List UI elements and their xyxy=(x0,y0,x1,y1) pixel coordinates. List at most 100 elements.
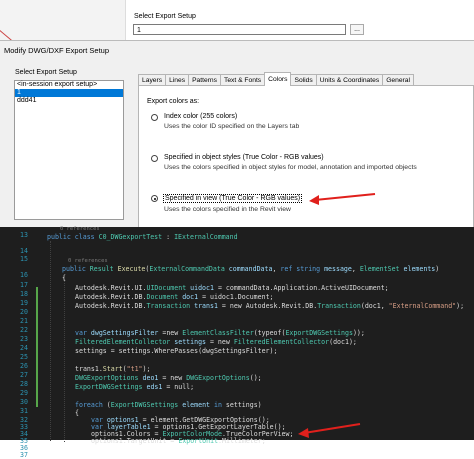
code-token: DWGExportOptions xyxy=(75,374,139,382)
code-line-uidoc: Autodesk.Revit.UI.UIDocument uidoc1 = co… xyxy=(75,284,389,292)
line-number: 24 xyxy=(20,344,28,352)
code-line-brace: { xyxy=(75,409,79,417)
code-token: uidoc1 xyxy=(186,284,218,292)
code-token: trans1. xyxy=(75,365,103,373)
code-line-eds: ExportDWGSettings eds1 = null; xyxy=(75,383,194,391)
code-token: options1.TargetUnit = xyxy=(91,437,179,445)
code-line-foreach: foreach (ExportDWGSettings element in se… xyxy=(75,401,262,409)
codelens-hint[interactable]: 0 references xyxy=(60,226,100,232)
code-token: ExportDWGSettings xyxy=(110,401,179,409)
code-token: ElementSet xyxy=(359,265,404,273)
code-token: ExternalCommandData xyxy=(149,265,229,273)
setup-list[interactable]: <in-session export setup> 1 ddd41 xyxy=(14,80,124,220)
colors-panel: Export colors as: Index color (255 color… xyxy=(138,85,474,228)
code-token: DWGExportOptions xyxy=(186,374,250,382)
line-number: 18 xyxy=(20,290,28,298)
setup-list-item[interactable]: ddd41 xyxy=(15,97,123,105)
option-label[interactable]: Index color (255 colors) xyxy=(164,113,237,120)
radio-object-styles[interactable] xyxy=(151,155,158,162)
code-token: trans1 xyxy=(190,302,222,310)
setup-list-item[interactable]: <in-session export setup> xyxy=(15,81,123,89)
code-token: : xyxy=(162,233,175,241)
code-editor[interactable]: 13 14 15 16 17 18 19 20 21 22 23 24 25 2… xyxy=(0,226,474,459)
option-description: Uses the colors specified in the Revit v… xyxy=(164,206,291,213)
code-token: )); xyxy=(352,329,365,337)
code-token: UIDocument xyxy=(146,284,187,292)
line-number: 23 xyxy=(20,335,28,343)
line-number: 29 xyxy=(20,389,28,397)
code-token: message xyxy=(324,265,352,273)
line-number: 28 xyxy=(20,380,28,388)
setup-list-item-selected[interactable]: 1 xyxy=(15,89,123,97)
code-token: = commandData.Application.ActiveUIDocume… xyxy=(217,284,389,292)
export-colors-label: Export colors as: xyxy=(147,98,200,105)
radio-index-color[interactable] xyxy=(151,114,158,121)
code-token: ElementClassFilter xyxy=(182,329,254,337)
code-token: dwgSettingsFilter xyxy=(90,329,163,337)
background-left-pane xyxy=(0,0,126,40)
code-token: ExportDWGSettings xyxy=(75,383,143,391)
line-number: 31 xyxy=(20,407,28,415)
line-number: 19 xyxy=(20,299,28,307)
code-token: doc1 xyxy=(178,293,203,301)
code-token: public xyxy=(62,265,90,273)
tab-colors[interactable]: Colors xyxy=(264,72,292,86)
code-token: eds1 xyxy=(142,383,167,391)
code-token: in xyxy=(213,401,222,409)
line-number: 21 xyxy=(20,317,28,325)
code-token: ); xyxy=(142,365,151,373)
option-description: Uses the colors specified in object styl… xyxy=(164,164,417,171)
code-token: (); xyxy=(249,374,262,382)
code-line-filter: var dwgSettingsFilter =new ElementClassF… xyxy=(75,329,365,337)
code-token: IExternalCommand xyxy=(174,233,238,241)
code-token: "ExternalCommand" xyxy=(388,302,457,310)
line-number: 27 xyxy=(20,371,28,379)
option-description: Uses the color ID specified on the Layer… xyxy=(164,123,300,130)
code-token: Start xyxy=(102,365,123,373)
red-arrow-icon xyxy=(298,423,361,438)
code-token: =new xyxy=(162,329,183,337)
code-token: = new xyxy=(209,338,234,346)
code-token: = new xyxy=(162,374,187,382)
indent-guide xyxy=(64,277,65,442)
code-token: ref string xyxy=(280,265,325,273)
change-indicator xyxy=(36,287,38,407)
line-number: 17 xyxy=(20,281,28,289)
code-token: Document xyxy=(146,293,179,301)
code-token: element xyxy=(178,401,214,409)
background-setup-select[interactable]: 1 xyxy=(133,24,346,35)
code-token: ExportDWGSettings xyxy=(285,329,353,337)
code-token: Autodesk.Revit.DB. xyxy=(75,293,147,301)
line-number: 22 xyxy=(20,326,28,334)
code-token: public class xyxy=(47,233,99,241)
line-number: 25 xyxy=(20,353,28,361)
codelens-hint[interactable]: 0 references xyxy=(68,258,108,264)
option-label[interactable]: Specified in view (True Color - RGB valu… xyxy=(163,194,303,203)
code-token: ExportUnit xyxy=(178,437,219,445)
code-line-doc: Autodesk.Revit.DB.Document doc1 = uidoc1… xyxy=(75,293,274,301)
code-token: Autodesk.Revit.UI. xyxy=(75,284,147,292)
code-token: (typeof( xyxy=(253,329,286,337)
background-setup-label: Select Export Setup xyxy=(134,13,196,20)
code-line-targetunit: options1.TargetUnit = ExportUnit.Millime… xyxy=(91,437,266,445)
line-number: 15 xyxy=(20,255,28,263)
line-number: 14 xyxy=(20,247,28,255)
red-arrow-icon xyxy=(309,193,376,205)
code-token: ); xyxy=(456,302,465,310)
radio-view-colors[interactable] xyxy=(151,195,158,202)
code-line-method: public Result Execute(ExternalCommandDat… xyxy=(62,265,440,273)
code-line-transaction: Autodesk.Revit.DB.Transaction trans1 = n… xyxy=(75,302,464,310)
line-number: 16 xyxy=(20,271,28,279)
code-token: = null; xyxy=(166,383,195,391)
code-token: "t1" xyxy=(126,365,143,373)
code-line-collector: FilteredElementCollector settings = new … xyxy=(75,338,357,346)
code-token: C0_DWGexportTest xyxy=(98,233,163,241)
background-browse-button[interactable]: ... xyxy=(350,24,364,35)
line-number-gutter: 13 14 15 16 17 18 19 20 21 22 23 24 25 2… xyxy=(0,227,40,459)
option-label[interactable]: Specified in object styles (True Color -… xyxy=(164,154,324,161)
setup-list-label: Select Export Setup xyxy=(15,69,77,76)
line-number: 30 xyxy=(20,398,28,406)
tab-strip: Layers Lines Patterns Text & Fonts Color… xyxy=(138,72,414,86)
line-number: 26 xyxy=(20,362,28,370)
code-token: = new Autodesk.Revit.DB. xyxy=(221,302,318,310)
